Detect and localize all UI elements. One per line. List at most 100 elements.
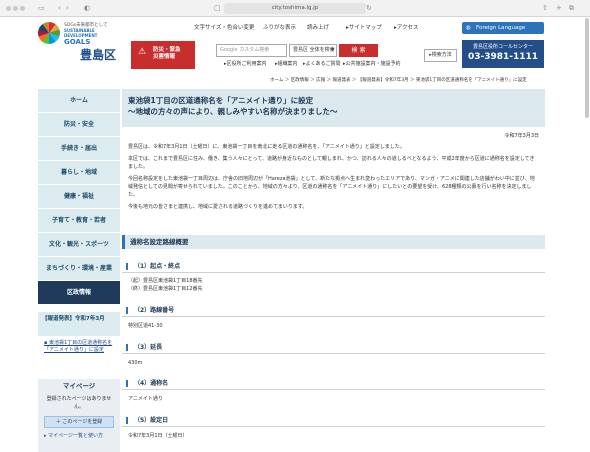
browser-window: ▭ ‹ › ◐ ▢ city.toshima.lg.jp ↻ ⇧ + ⧉ SDG…	[0, 0, 590, 452]
chevron-down-icon: ▾	[331, 47, 334, 53]
sub-value-4: アニメイト通り	[128, 396, 163, 402]
sidebar-item-home[interactable]: ホーム	[38, 89, 120, 113]
sub-heading-2: （2）路線番号	[122, 305, 545, 317]
sidebar-item-government[interactable]: 区政情報	[38, 281, 120, 305]
foreign-language-label: Foreign Language	[476, 25, 526, 31]
sub-heading-5-label: （5）設定日	[134, 417, 169, 424]
scrollbar[interactable]	[585, 18, 589, 118]
header-link-guide[interactable]: ▸区役所ご利用案内	[224, 61, 267, 68]
search-scope-value: 豊島区 全体を検索	[293, 47, 335, 53]
sdgs-wheel-icon	[38, 22, 60, 44]
page-title: 東池袋1丁目の区道通称名を「アニメイト通り」に設定 ～地域の方々の声により、親し…	[122, 89, 545, 127]
util-link-sitemap-label: サイトマップ	[348, 25, 382, 31]
logo-sdg-line3: GOALS	[64, 38, 91, 46]
header-link-org-label: 組織案内	[277, 61, 298, 67]
util-link-speech[interactable]: 読み上げ	[307, 24, 329, 32]
mypage-list-label: マイページ一覧と使い方	[48, 433, 104, 439]
call-center-number: 03-3981-1111	[467, 52, 539, 62]
title-line1: 東池袋1丁目の区道通称名を「アニメイト通り」に設定	[128, 96, 314, 105]
tab-overview-icon[interactable]: ⧉	[569, 3, 574, 13]
sidebar-nav: ホーム 防災・安全 手続き・届出 暮らし・地域 健康・福祉 子育て・教育・若者 …	[38, 89, 120, 305]
search-scope-select[interactable]: 豊島区 全体を検索 ▾	[289, 44, 337, 57]
sub-heading-1-label: （1）起点・終点	[134, 263, 181, 270]
paragraph-2: 本区では、これまで豊島区に住み、働き、集う人々にとって、道路が身近なものとして親…	[128, 156, 535, 170]
paragraph-3: 今回名称設定をした東池袋一丁目周辺は、庁舎の旧地周辺が「Hareza池袋」として…	[128, 176, 535, 198]
mypage-register-button[interactable]: ＋ このページを登録	[44, 416, 114, 428]
sidebar-current-link[interactable]: ▪ 東池袋1丁目の区道通称名を「アニメイト通り」に設定	[44, 340, 116, 354]
minimize-window-icon[interactable]	[13, 6, 18, 11]
section-heading: 通称名設定路線概要	[122, 235, 545, 249]
util-link-access[interactable]: ▸アクセス	[394, 24, 419, 32]
sidebar-item-culture[interactable]: 文化・観光・スポーツ	[38, 233, 120, 257]
publish-date: 令和7年3月3日	[504, 133, 539, 139]
sub-heading-4-label: （4）通称名	[134, 380, 169, 387]
mypage-empty-text: 登録されたページはありません。	[46, 396, 112, 410]
mypage-list-link[interactable]: ▸ マイページ一覧と使い方	[38, 428, 120, 440]
sub-heading-1: （1）起点・終点	[122, 261, 545, 273]
sub-value-3: 430m	[128, 360, 143, 366]
warning-icon: ⚠	[138, 47, 147, 57]
site-logo[interactable]: SDGs未来都市として SUSTAINABLE DEVELOPMENT GOAL…	[38, 22, 128, 66]
emergency-line1: 防災・緊急	[153, 47, 181, 53]
browser-toolbar: ▭ ‹ › ◐ ▢ city.toshima.lg.jp ↻ ⇧ + ⧉	[0, 0, 590, 17]
breadcrumb[interactable]: ホーム ＞ 区政情報 ＞ 広報 ＞ 報道発表 ＞ 【報道発表】令和7年3月 ＞ …	[270, 78, 527, 84]
search-method-button[interactable]: ▸検索方法	[424, 49, 457, 62]
share-icon[interactable]: ⇧	[542, 3, 548, 13]
shield-icon[interactable]: ◐	[84, 3, 90, 13]
close-window-icon[interactable]	[6, 6, 11, 11]
search-button[interactable]: 検 索	[339, 44, 378, 57]
forward-icon[interactable]: ›	[66, 3, 69, 13]
sub-value-1a: （起）豊島区東池袋1丁目18番先	[128, 278, 203, 284]
sub-heading-3-label: （3）延長	[134, 344, 163, 351]
paragraph-1: 豊島区は、令和7年3月1日（土曜日）に、東池袋一丁目を南北に走る区道の通称名を、…	[128, 144, 405, 150]
search-input[interactable]: Google カスタム検索	[216, 44, 287, 57]
header-link-guide-label: 区役所ご利用案内	[226, 61, 267, 67]
sidebar-item-childcare[interactable]: 子育て・教育・若者	[38, 209, 120, 233]
sidebar-item-procedures[interactable]: 手続き・届出	[38, 137, 120, 161]
sidebar-item-living[interactable]: 暮らし・地域	[38, 161, 120, 185]
sub-heading-2-label: （2）路線番号	[134, 307, 175, 314]
search-method-label: 検索方法	[431, 52, 452, 58]
header-link-facilities[interactable]: ▸公共施設案内・施設予約	[343, 61, 401, 68]
emergency-line2: 災害情報	[153, 54, 176, 60]
article-body: 豊島区は、令和7年3月1日（土曜日）に、東池袋一丁目を南北に走る区道の通称名を、…	[122, 143, 545, 211]
util-link-furigana[interactable]: ふりがな表示	[263, 24, 296, 32]
mypage-register-label: このページを登録	[62, 419, 103, 425]
util-link-font-size[interactable]: 文字サイズ・色合い変更	[194, 24, 254, 32]
header-link-faq-label: よくあるご質問	[305, 61, 341, 67]
foreign-language-button[interactable]: ◍ Foreign Language	[462, 22, 544, 34]
title-line2: ～地域の方々の声により、親しみやすい名称が決まりました～	[128, 107, 338, 116]
sub-heading-5: （5）設定日	[122, 415, 545, 427]
sub-value-5: 令和7年3月1日（土曜日）	[128, 433, 188, 439]
mypage-title: マイページ	[62, 382, 96, 390]
sidebar-item-urban[interactable]: まちづくり・環境・産業	[38, 257, 120, 281]
sidebar-toggle-icon[interactable]: ▭	[38, 3, 45, 13]
call-center-box: 豊島区役所コールセンター 03-3981-1111	[462, 40, 544, 68]
header-link-faq[interactable]: ▸よくあるご質問	[303, 61, 341, 68]
sub-value-2: 特別区道41-30	[128, 323, 163, 329]
zoom-window-icon[interactable]	[20, 6, 25, 11]
call-center-label: 豊島区役所コールセンター	[472, 44, 533, 50]
back-icon[interactable]: ‹	[58, 3, 61, 13]
paragraph-4: 今後も地元の皆さまと連携し、地域に愛される道路づくりを進めてまいります。	[128, 204, 308, 210]
article: 東池袋1丁目の区道通称名を「アニメイト通り」に設定 ～地域の方々の声により、親し…	[122, 89, 545, 439]
sidebar-item-safety[interactable]: 防災・安全	[38, 113, 120, 137]
sub-value-1b: （終）豊島区東池袋1丁目12番先	[128, 286, 203, 292]
address-bar[interactable]: city.toshima.lg.jp	[224, 3, 366, 14]
globe-icon: ◍	[466, 25, 471, 31]
page-icon: ▢	[214, 4, 221, 12]
header-link-facilities-label: 公共施設案内・施設予約	[345, 61, 401, 67]
sub-heading-3: （3）延長	[122, 342, 545, 354]
util-link-access-label: アクセス	[396, 25, 419, 31]
logo-sdg-text: SUSTAINABLE DEVELOPMENT GOALS	[64, 28, 97, 46]
util-link-sitemap[interactable]: ▸サイトマップ	[346, 24, 382, 32]
new-tab-icon[interactable]: +	[556, 3, 562, 13]
emergency-info-button[interactable]: ⚠ 防災・緊急 災害情報	[131, 41, 195, 69]
mypage-panel: マイページ 登録されたページはありません。 ＋ このページを登録 ▸ マイページ…	[38, 379, 120, 452]
logo-city-name: 豊島区	[80, 48, 117, 62]
sidebar-current-link-label: 東池袋1丁目の区道通称名を「アニメイト通り」に設定	[44, 340, 113, 353]
reload-icon[interactable]: ↻	[366, 3, 372, 13]
header-link-org[interactable]: ▸組織案内	[275, 61, 298, 68]
sidebar-item-health[interactable]: 健康・福祉	[38, 185, 120, 209]
sidebar-subheading[interactable]: 【報道発表】令和7年3月	[38, 312, 120, 336]
